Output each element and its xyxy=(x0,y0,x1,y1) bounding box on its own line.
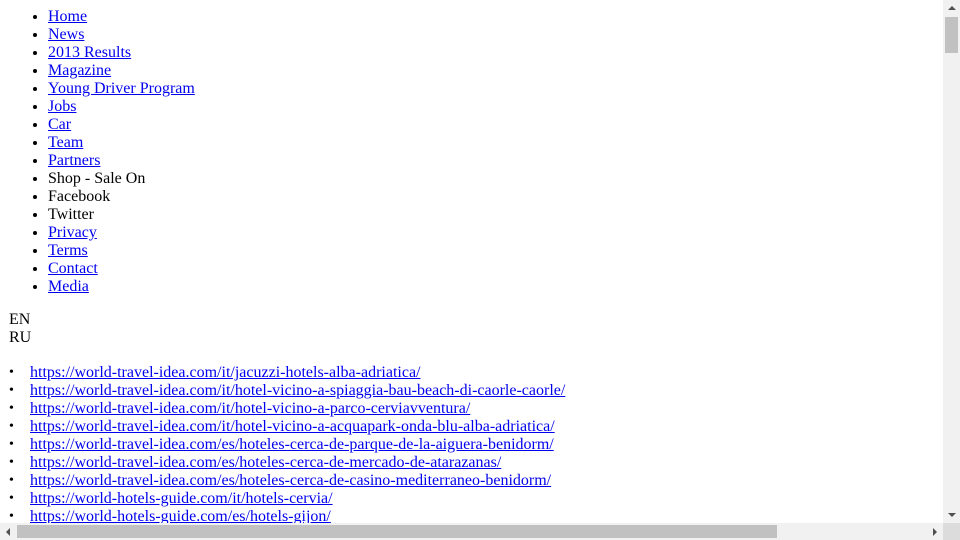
nav-link-privacy[interactable]: Privacy xyxy=(48,224,97,241)
hotel-link[interactable]: https://world-travel-idea.com/es/hoteles… xyxy=(30,436,554,453)
nav-text-shop-sale-on: Shop - Sale On xyxy=(48,170,146,187)
nav-link-contact[interactable]: Contact xyxy=(48,260,98,277)
horizontal-scroll-thumb[interactable] xyxy=(17,525,777,538)
nav-item: 2013 Results xyxy=(48,44,195,62)
hotel-link[interactable]: https://world-hotels-guide.com/es/hotels… xyxy=(30,508,331,523)
nav-item: Car xyxy=(48,116,195,134)
horizontal-scrollbar[interactable] xyxy=(0,523,943,540)
nav-item: Privacy xyxy=(48,224,195,242)
nav-text-twitter: Twitter xyxy=(48,206,94,223)
nav-link-2013-results[interactable]: 2013 Results xyxy=(48,44,131,61)
link-list: • https://world-travel-idea.com/it/jacuzz… xyxy=(9,364,565,523)
page-viewport: HomeNews2013 ResultsMagazineYoung Driver… xyxy=(0,0,943,523)
bullet-icon: • xyxy=(9,473,14,488)
bullet-icon: • xyxy=(9,455,14,470)
nav-link-jobs[interactable]: Jobs xyxy=(48,98,76,115)
nav-menu: HomeNews2013 ResultsMagazineYoung Driver… xyxy=(48,8,195,296)
list-item: • https://world-travel-idea.com/it/hotel-… xyxy=(9,382,565,400)
nav-link-partners[interactable]: Partners xyxy=(48,152,100,169)
nav-item: Twitter xyxy=(48,206,195,224)
vertical-scrollbar[interactable] xyxy=(943,0,960,523)
hotel-link[interactable]: https://world-travel-idea.com/it/jacuzzi… xyxy=(30,364,421,381)
nav-link-young-driver-program[interactable]: Young Driver Program xyxy=(48,80,195,97)
nav-item: Home xyxy=(48,8,195,26)
nav-link-media[interactable]: Media xyxy=(48,278,89,295)
nav-item: Terms xyxy=(48,242,195,260)
hotel-link[interactable]: https://world-travel-idea.com/it/hotel-v… xyxy=(30,382,565,399)
hotel-link[interactable]: https://world-travel-idea.com/it/hotel-v… xyxy=(30,400,470,417)
language-en[interactable]: EN xyxy=(9,311,31,329)
nav-item: Team xyxy=(48,134,195,152)
nav-link-magazine[interactable]: Magazine xyxy=(48,62,111,79)
vertical-scroll-thumb[interactable] xyxy=(945,17,958,53)
bullet-icon: • xyxy=(9,419,14,434)
nav-item: Contact xyxy=(48,260,195,278)
scroll-down-arrow-icon[interactable] xyxy=(943,506,960,523)
hotel-link[interactable]: https://world-travel-idea.com/it/hotel-v… xyxy=(30,418,555,435)
bullet-icon: • xyxy=(9,509,14,523)
nav-item: Magazine xyxy=(48,62,195,80)
bullet-icon: • xyxy=(9,365,14,380)
hotel-link[interactable]: https://world-travel-idea.com/es/hoteles… xyxy=(30,454,501,471)
nav-link-home[interactable]: Home xyxy=(48,8,87,25)
bullet-icon: • xyxy=(9,401,14,416)
list-item: • https://world-travel-idea.com/es/hotele… xyxy=(9,454,565,472)
hotel-link[interactable]: https://world-hotels-guide.com/it/hotels… xyxy=(30,490,333,507)
nav-link-terms[interactable]: Terms xyxy=(48,242,88,259)
hotel-link[interactable]: https://world-travel-idea.com/es/hoteles… xyxy=(30,472,551,489)
nav-item: Partners xyxy=(48,152,195,170)
list-item: • https://world-travel-idea.com/it/hotel-… xyxy=(9,418,565,436)
nav-item: Facebook xyxy=(48,188,195,206)
nav-item: Media xyxy=(48,278,195,296)
nav-item: Shop - Sale On xyxy=(48,170,195,188)
nav-item: Jobs xyxy=(48,98,195,116)
bullet-icon: • xyxy=(9,491,14,506)
list-item: • https://world-travel-idea.com/es/hotele… xyxy=(9,472,565,490)
nav-link-car[interactable]: Car xyxy=(48,116,71,133)
language-switcher: EN RU xyxy=(9,311,31,347)
nav-text-facebook: Facebook xyxy=(48,188,111,205)
nav-link-team[interactable]: Team xyxy=(48,134,83,151)
list-item: • https://world-travel-idea.com/it/jacuzz… xyxy=(9,364,565,382)
list-item: • https://world-hotels-guide.com/es/hotel… xyxy=(9,508,565,523)
list-item: • https://world-travel-idea.com/it/hotel-… xyxy=(9,400,565,418)
scrollbar-corner xyxy=(943,523,960,540)
bullet-icon: • xyxy=(9,437,14,452)
scroll-right-arrow-icon[interactable] xyxy=(926,523,943,540)
language-ru[interactable]: RU xyxy=(9,329,31,347)
list-item: • https://world-hotels-guide.com/it/hotel… xyxy=(9,490,565,508)
nav-link-news[interactable]: News xyxy=(48,26,84,43)
scroll-up-arrow-icon[interactable] xyxy=(943,0,960,17)
list-item: • https://world-travel-idea.com/es/hotele… xyxy=(9,436,565,454)
bullet-icon: • xyxy=(9,383,14,398)
nav-item: Young Driver Program xyxy=(48,80,195,98)
nav-item: News xyxy=(48,26,195,44)
scroll-left-arrow-icon[interactable] xyxy=(0,523,17,540)
